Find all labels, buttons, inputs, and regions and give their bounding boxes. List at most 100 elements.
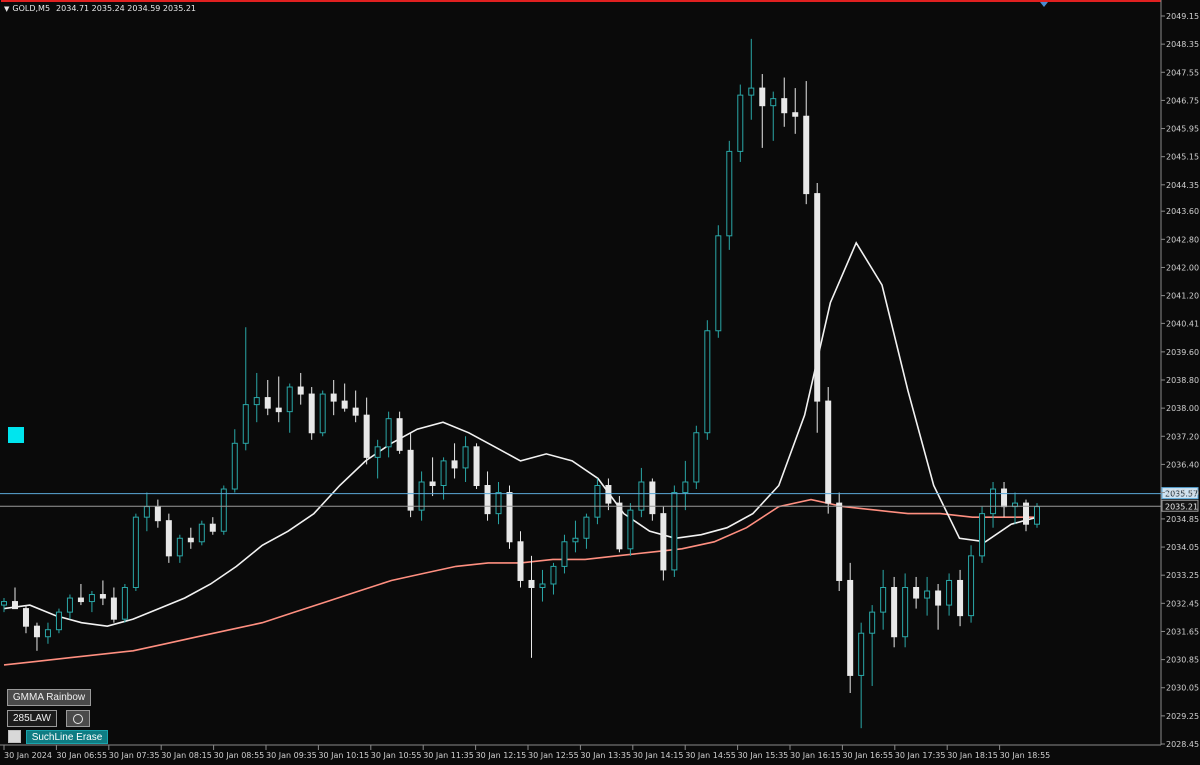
price-tick-label: 2034.05	[1166, 543, 1199, 552]
candle-body	[550, 565, 557, 585]
price-tick-label: 2046.75	[1166, 96, 1199, 105]
time-tick-label: 30 Jan 10:55	[371, 751, 422, 760]
time-tick-label: 30 Jan 15:35	[738, 751, 789, 760]
symbol-label: GOLD,M5	[12, 4, 51, 13]
price-tick-label: 2038.00	[1166, 404, 1199, 413]
candle-body	[396, 418, 403, 451]
candle-body	[649, 481, 656, 515]
time-tick-label: 30 Jan 16:15	[790, 751, 841, 760]
time-tick-label: 30 Jan 07:35	[109, 751, 160, 760]
candle-body	[594, 485, 601, 518]
candle-body	[693, 432, 700, 483]
candle-body	[484, 485, 491, 515]
candle-body	[198, 523, 205, 543]
time-tick-label: 30 Jan 14:15	[633, 751, 684, 760]
candle-body	[55, 611, 62, 631]
candle-body	[836, 502, 843, 581]
candle-body	[330, 393, 337, 402]
candle-body	[77, 597, 84, 603]
candle-body	[209, 523, 216, 532]
candle-body	[121, 586, 128, 620]
price-label-text: 2035.21	[1165, 502, 1198, 511]
gmma-rainbow-button[interactable]: GMMA Rainbow	[7, 689, 91, 706]
candle-body	[88, 594, 95, 603]
price-tick-label: 2049.15	[1166, 12, 1199, 21]
price-tick-label: 2040.41	[1166, 319, 1199, 328]
time-tick-label: 30 Jan 06:55	[56, 751, 107, 760]
price-tick-label: 2048.35	[1166, 40, 1199, 49]
time-tick-label: 30 Jan 18:15	[947, 751, 998, 760]
candle-body	[242, 404, 249, 444]
285law-button[interactable]: 285LAW	[7, 710, 57, 727]
price-tick-label: 2045.95	[1166, 125, 1199, 134]
suchline-erase-button[interactable]: SuchLine Erase	[26, 730, 108, 744]
candle-body	[264, 397, 271, 409]
price-tick-label: 2038.80	[1166, 376, 1199, 385]
candle-body	[308, 393, 315, 434]
candle-body	[583, 516, 590, 539]
candle-body	[462, 446, 469, 469]
price-tick-label: 2031.65	[1166, 627, 1199, 636]
candle-body	[187, 537, 194, 543]
candle-body	[517, 541, 524, 581]
candle-body	[176, 537, 183, 557]
candle-body	[748, 87, 755, 96]
cyan-square-marker[interactable]	[8, 427, 24, 443]
candle-body	[781, 98, 788, 114]
price-tick-label: 2039.60	[1166, 348, 1199, 357]
price-tick-label: 2034.85	[1166, 515, 1199, 524]
candle-body	[957, 579, 964, 617]
time-tick-label: 30 Jan 11:35	[423, 751, 474, 760]
candle-body	[363, 414, 370, 458]
candle-body	[847, 579, 854, 676]
candle-body	[715, 235, 722, 332]
candle-body	[902, 586, 909, 638]
candle-body	[319, 393, 326, 434]
candle-body	[165, 520, 172, 557]
candle-body	[506, 492, 513, 543]
price-tick-label: 2033.25	[1166, 571, 1199, 580]
price-tick-label: 2030.05	[1166, 684, 1199, 693]
candle-body	[495, 492, 502, 515]
candle-body	[110, 597, 117, 620]
candle-body	[1, 601, 7, 606]
circle-button[interactable]	[66, 710, 90, 727]
price-tick-label: 2030.85	[1166, 656, 1199, 665]
time-tick-label: 30 Jan 10:15	[318, 751, 369, 760]
price-tick-label: 2041.20	[1166, 292, 1199, 301]
dropdown-triangle-icon[interactable]: ▼	[4, 5, 9, 13]
time-tick-label: 30 Jan 08:15	[161, 751, 212, 760]
candle-body	[1034, 506, 1040, 525]
price-tick-label: 2042.00	[1166, 263, 1199, 272]
price-tick-label: 2044.35	[1166, 181, 1199, 190]
price-chart[interactable]: 2035.572035.21 2049.152048.352047.552046…	[0, 0, 1200, 765]
candle-body	[154, 506, 161, 522]
candle-body	[33, 625, 40, 638]
candle-body	[924, 590, 931, 599]
candle-body	[297, 386, 304, 395]
candle-body	[341, 400, 348, 409]
candle-body	[132, 516, 139, 588]
candle-body	[770, 98, 777, 107]
price-tick-label: 2037.20	[1166, 432, 1199, 441]
candle-body	[825, 400, 832, 504]
price-tick-label: 2047.55	[1166, 68, 1199, 77]
candle-body	[814, 193, 821, 402]
candle-body	[968, 555, 975, 617]
candle-body	[440, 460, 447, 487]
candle-body	[682, 481, 689, 494]
candle-body	[759, 87, 766, 107]
circle-icon	[73, 713, 83, 724]
price-tick-label: 2032.45	[1166, 599, 1199, 608]
price-tick-label: 2035.60	[1166, 489, 1199, 498]
candle-body	[429, 481, 436, 487]
price-tick-label: 2036.40	[1166, 460, 1199, 469]
candle-body	[44, 629, 51, 638]
price-tick-label: 2045.15	[1166, 153, 1199, 162]
time-tick-label: 30 Jan 17:35	[895, 751, 946, 760]
candle-body	[275, 407, 282, 413]
chart-header: ▼ GOLD,M5 2034.71 2035.24 2034.59 2035.21	[4, 4, 196, 13]
candle-body	[880, 586, 887, 613]
square-toggle-button[interactable]	[8, 730, 21, 743]
price-tick-label: 2042.80	[1166, 235, 1199, 244]
